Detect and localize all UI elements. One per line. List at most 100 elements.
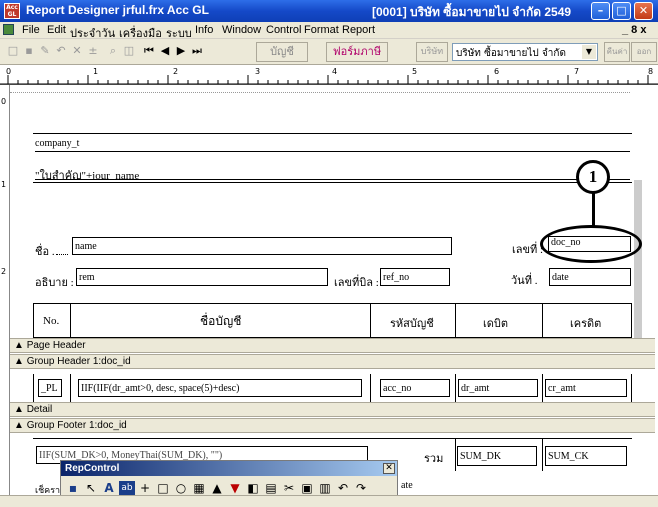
col-divider [542, 374, 543, 402]
sum-ck-field[interactable]: SUM_CK [545, 446, 627, 466]
rem-field[interactable]: rem [76, 268, 328, 286]
col-account-code: รหัสบัญชี [390, 318, 434, 330]
mdi-controls[interactable]: _ 8 x [622, 24, 646, 36]
label-bill-no: เลขที่บิล : [334, 277, 379, 289]
minimize-button[interactable]: – [591, 2, 610, 20]
first-record-icon[interactable]: ⏮ [142, 44, 156, 58]
triangle-up-icon: ▲ [14, 356, 27, 367]
close-icon[interactable]: ✕ [383, 463, 395, 474]
rectangle-tool-icon[interactable]: □ [155, 481, 171, 495]
line-tool-icon[interactable]: + [137, 481, 153, 495]
find-icon[interactable]: ⌕ [106, 44, 120, 58]
calc-icon[interactable]: ± [86, 44, 100, 58]
ruler-mark-1: 1 [93, 67, 99, 76]
col-debit: เดบิต [483, 318, 509, 330]
dr-amt-field[interactable]: dr_amt [458, 379, 538, 397]
pl-field[interactable]: _PL [38, 379, 62, 397]
menu-control[interactable]: Control [266, 24, 301, 36]
acc-no-field[interactable]: acc_no [380, 379, 450, 397]
tax-form-button[interactable]: ฟอร์มภาษี [326, 42, 388, 62]
ellipse-tool-icon[interactable]: ○ [173, 481, 189, 495]
group-icon[interactable]: ◧ [245, 481, 261, 495]
last-record-icon[interactable]: ⏭ [190, 44, 204, 58]
maximize-button[interactable]: □ [612, 2, 631, 20]
menu-window[interactable]: Window [222, 24, 261, 36]
band-label: Page Header [26, 340, 86, 351]
sum-dk-field[interactable]: SUM_DK [457, 446, 537, 466]
report-app-icon[interactable]: Acc GL [4, 3, 20, 19]
guide-line [10, 92, 630, 93]
triangle-up-icon: ▲ [14, 404, 27, 415]
col-divider [70, 303, 71, 338]
band-page-header[interactable]: ▲ Page Header [10, 338, 655, 353]
rep-control-palette[interactable]: RepControl ✕ ▪ ↖ A ab + □ ○ ▦ ▲ ▼ ◧ ▤ ✂ … [60, 460, 398, 498]
label-doc-no: เลขที่ : [512, 244, 544, 256]
branch-field[interactable]: "ใบสำคัญ"+jour_name [35, 166, 630, 180]
company-select-value: บริษัท ซื้อมาขายไป จำกัด [456, 48, 566, 59]
menu-info[interactable]: Info [195, 24, 213, 36]
band-label: Group Footer 1:doc_id [26, 420, 127, 431]
col-no: No. [43, 315, 60, 327]
cr-amt-field[interactable]: cr_amt [545, 379, 627, 397]
date-footer-field[interactable]: ate [399, 480, 439, 496]
vruler-mark-0: 0 [1, 97, 7, 106]
undo-icon[interactable]: ↶ [335, 481, 351, 495]
menu-edit[interactable]: Edit [47, 24, 66, 36]
horizontal-scrollbar[interactable] [0, 495, 658, 507]
callout-badge: 1 [576, 160, 610, 194]
account-button[interactable]: บัญชี [256, 42, 308, 62]
chevron-down-icon[interactable]: ▼ [582, 45, 596, 59]
redo-icon[interactable]: ↷ [353, 481, 369, 495]
edit-icon[interactable]: ✎ [38, 44, 52, 58]
menu-file[interactable]: File [22, 24, 40, 36]
bring-front-icon[interactable]: ▲ [209, 481, 225, 495]
col-credit: เครดิต [570, 318, 602, 330]
exit-button[interactable]: ออก [631, 42, 657, 62]
band-group-footer[interactable]: ▲ Group Footer 1:doc_id [10, 418, 655, 433]
cut-icon[interactable]: ✂ [281, 481, 297, 495]
title-bar: Acc GL Report Designer jrful.frx Acc GL [… [0, 0, 658, 22]
pointer-tool-icon[interactable]: ↖ [83, 481, 99, 495]
field-tool-icon[interactable]: ab [119, 481, 135, 495]
band-detail[interactable]: ▲ Detail [10, 402, 655, 417]
label-tool-icon[interactable]: A [101, 481, 117, 495]
ruler-mark-8: 8 [648, 67, 654, 76]
label-description: อธิบาย : [35, 277, 74, 289]
company-select[interactable]: บริษัท ซื้อมาขายไป จำกัด ▼ [452, 43, 598, 61]
col-divider [370, 374, 371, 402]
col-divider [542, 439, 543, 471]
callout-ellipse [540, 225, 642, 263]
vertical-scrollbar[interactable] [634, 180, 642, 340]
select-tool-icon[interactable]: ▪ [65, 481, 81, 495]
company-field[interactable]: company_t [35, 138, 630, 152]
date-field[interactable]: date [549, 268, 631, 286]
copy-icon[interactable]: ▣ [299, 481, 315, 495]
picture-tool-icon[interactable]: ▦ [191, 481, 207, 495]
menu-report[interactable]: Report [342, 24, 375, 36]
menu-format[interactable]: Format [304, 24, 339, 36]
new-icon[interactable]: □ [6, 44, 20, 58]
next-record-icon[interactable]: ▶ [174, 44, 188, 58]
delete-icon[interactable]: ✕ [70, 44, 84, 58]
header-rule [33, 182, 632, 183]
paste-icon[interactable]: ▥ [317, 481, 333, 495]
prev-record-icon[interactable]: ◀ [158, 44, 172, 58]
ungroup-icon[interactable]: ▤ [263, 481, 279, 495]
restore-button[interactable]: คืนค่า [604, 42, 630, 62]
close-button[interactable]: ✕ [634, 2, 653, 20]
desc-expr-field[interactable]: IIF(IIF(dr_amt>0, desc, space(5)+desc) [78, 379, 362, 397]
ref-no-field[interactable]: ref_no [380, 268, 450, 286]
company-button[interactable]: บริษัท [416, 42, 448, 62]
save-icon[interactable]: ▪ [22, 44, 36, 58]
band-group-header[interactable]: ▲ Group Header 1:doc_id [10, 354, 655, 369]
triangle-up-icon: ▲ [14, 420, 27, 431]
send-back-icon[interactable]: ▼ [227, 481, 243, 495]
filter-icon[interactable]: ◫ [122, 44, 136, 58]
name-field[interactable]: name [72, 237, 452, 255]
col-divider [455, 439, 456, 471]
rep-control-title[interactable]: RepControl [61, 461, 397, 476]
document-icon[interactable] [3, 24, 14, 35]
col-account-name: ชื่อบัญชี [200, 314, 242, 328]
undo-icon[interactable]: ↶ [54, 44, 68, 58]
menu-bar: File Edit ประจำวัน เครื่องมือ ระบบ Info … [0, 22, 658, 40]
